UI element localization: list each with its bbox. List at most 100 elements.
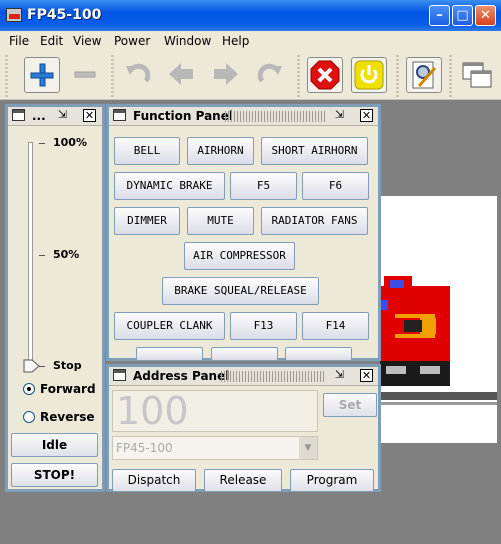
function-button-partial[interactable] [136, 347, 203, 361]
window-tile-button[interactable] [459, 57, 495, 93]
function-button-partial[interactable] [285, 347, 352, 361]
roster-select[interactable]: FP45-100 [112, 436, 318, 460]
menu-power[interactable]: Power [114, 34, 150, 48]
frame-icon [12, 109, 25, 121]
program-button[interactable]: Program [290, 469, 374, 492]
edit-document-icon [412, 61, 437, 89]
title-grip [225, 111, 325, 122]
throttle-titlebar[interactable]: ... ⇲ ✕ [8, 107, 102, 126]
address-panel-titlebar[interactable]: Address Panel ⇲ ✕ [109, 367, 378, 386]
remove-button[interactable] [68, 57, 104, 93]
slider-thumb-icon [23, 359, 40, 373]
arrow-right-icon [214, 63, 238, 85]
throttle-frame: ... ⇲ ✕ 100% 50% Stop Forward Reverse Id… [5, 104, 105, 492]
toolbar-grip-3[interactable] [297, 55, 300, 97]
dispatch-button[interactable]: Dispatch [112, 469, 196, 492]
function-button-radiator-fans[interactable]: RADIATOR FANS [261, 207, 368, 235]
title-grip [221, 371, 325, 382]
toolbar-grip-2[interactable] [111, 55, 114, 97]
close-icon[interactable]: ✕ [360, 369, 373, 382]
menu-edit[interactable]: Edit [40, 34, 63, 48]
speed-slider-thumb[interactable] [23, 359, 40, 373]
function-button-mute[interactable]: MUTE [187, 207, 254, 235]
function-button-dynamic-brake[interactable]: DYNAMIC BRAKE [114, 172, 225, 200]
redo-icon [257, 63, 282, 83]
window-title: FP45-100 [27, 7, 102, 23]
stop-button[interactable]: STOP! [11, 463, 98, 487]
address-panel-frame: Address Panel ⇲ ✕ 100 Set FP45-100 ▼ Dis… [106, 364, 381, 492]
arrow-left-icon [169, 63, 193, 85]
function-button-bell[interactable]: BELL [114, 137, 180, 165]
restore-icon[interactable]: ⇲ [333, 109, 346, 122]
frame-icon [113, 369, 126, 381]
stop-sign-icon [310, 60, 340, 90]
toolbar [0, 51, 501, 100]
power-icon [354, 60, 384, 90]
function-button-coupler-clank[interactable]: COUPLER CLANK [114, 312, 225, 340]
function-panel-frame: Function Panel ⇲ ✕ BELL AIRHORN SHORT AIRH… [106, 104, 381, 361]
function-button-f5[interactable]: F5 [230, 172, 297, 200]
close-icon[interactable]: ✕ [83, 109, 96, 122]
maximize-button[interactable]: □ [452, 5, 473, 26]
app-icon [6, 8, 22, 22]
menu-bar: File Edit View Power Window Help [0, 31, 501, 51]
locomotive-image-panel [380, 196, 497, 443]
function-panel-title: Function Panel [133, 109, 233, 123]
frame-icon [113, 109, 126, 121]
restore-icon[interactable]: ⇲ [56, 109, 69, 122]
toolbar-grip-4[interactable] [396, 55, 399, 97]
address-field[interactable]: 100 [112, 390, 318, 432]
windows-icon [462, 62, 492, 88]
title-bar[interactable]: FP45-100 – □ ✕ [0, 0, 501, 31]
forward-radio[interactable] [23, 383, 35, 395]
minus-icon [74, 71, 96, 78]
reverse-radio[interactable] [23, 411, 35, 423]
undo-icon [126, 63, 151, 83]
release-button[interactable]: Release [204, 469, 282, 492]
function-button-brake-squeal-release[interactable]: BRAKE SQUEAL/RELEASE [162, 277, 319, 305]
set-button[interactable]: Set [323, 393, 377, 417]
menu-help[interactable]: Help [222, 34, 249, 48]
function-button-f14[interactable]: F14 [302, 312, 369, 340]
function-button-dimmer[interactable]: DIMMER [114, 207, 180, 235]
function-button-f13[interactable]: F13 [230, 312, 297, 340]
menu-window[interactable]: Window [164, 34, 211, 48]
function-button-partial[interactable] [211, 347, 278, 361]
tick-mark [39, 255, 45, 256]
throttle-title: ... [32, 109, 46, 123]
forward-button[interactable] [209, 57, 245, 93]
toolbar-grip[interactable] [5, 55, 8, 97]
back-button[interactable] [164, 57, 200, 93]
stop-all-button[interactable] [307, 57, 343, 93]
chevron-down-icon[interactable]: ▼ [299, 437, 317, 459]
idle-button[interactable]: Idle [11, 433, 98, 457]
add-throttle-button[interactable] [24, 57, 60, 93]
tick-label-100: 100% [53, 136, 87, 149]
function-button-airhorn[interactable]: AIRHORN [187, 137, 254, 165]
close-icon[interactable]: ✕ [360, 109, 373, 122]
close-button[interactable]: ✕ [475, 5, 496, 26]
forward-label: Forward [40, 382, 96, 396]
speed-slider-track[interactable] [28, 142, 33, 369]
undo-button[interactable] [121, 57, 157, 93]
locomotive-image [380, 276, 497, 405]
tick-label-50: 50% [53, 248, 80, 261]
power-button[interactable] [351, 57, 387, 93]
redo-button[interactable] [253, 57, 289, 93]
tick-label-stop: Stop [53, 359, 82, 372]
function-button-short-airhorn[interactable]: SHORT AIRHORN [261, 137, 368, 165]
radio-dot [27, 387, 31, 391]
function-button-f6[interactable]: F6 [302, 172, 369, 200]
menu-file[interactable]: File [9, 34, 29, 48]
tick-mark [39, 143, 45, 144]
function-panel-titlebar[interactable]: Function Panel ⇲ ✕ [109, 107, 378, 126]
plus-icon [30, 63, 54, 87]
reverse-label: Reverse [40, 410, 95, 424]
menu-view[interactable]: View [73, 34, 101, 48]
minimize-button[interactable]: – [429, 5, 450, 26]
restore-icon[interactable]: ⇲ [333, 369, 346, 382]
preferences-button[interactable] [406, 57, 442, 93]
address-panel-title: Address Panel [133, 369, 230, 383]
toolbar-grip-5[interactable] [449, 55, 452, 97]
function-button-air-compressor[interactable]: AIR COMPRESSOR [184, 242, 295, 270]
